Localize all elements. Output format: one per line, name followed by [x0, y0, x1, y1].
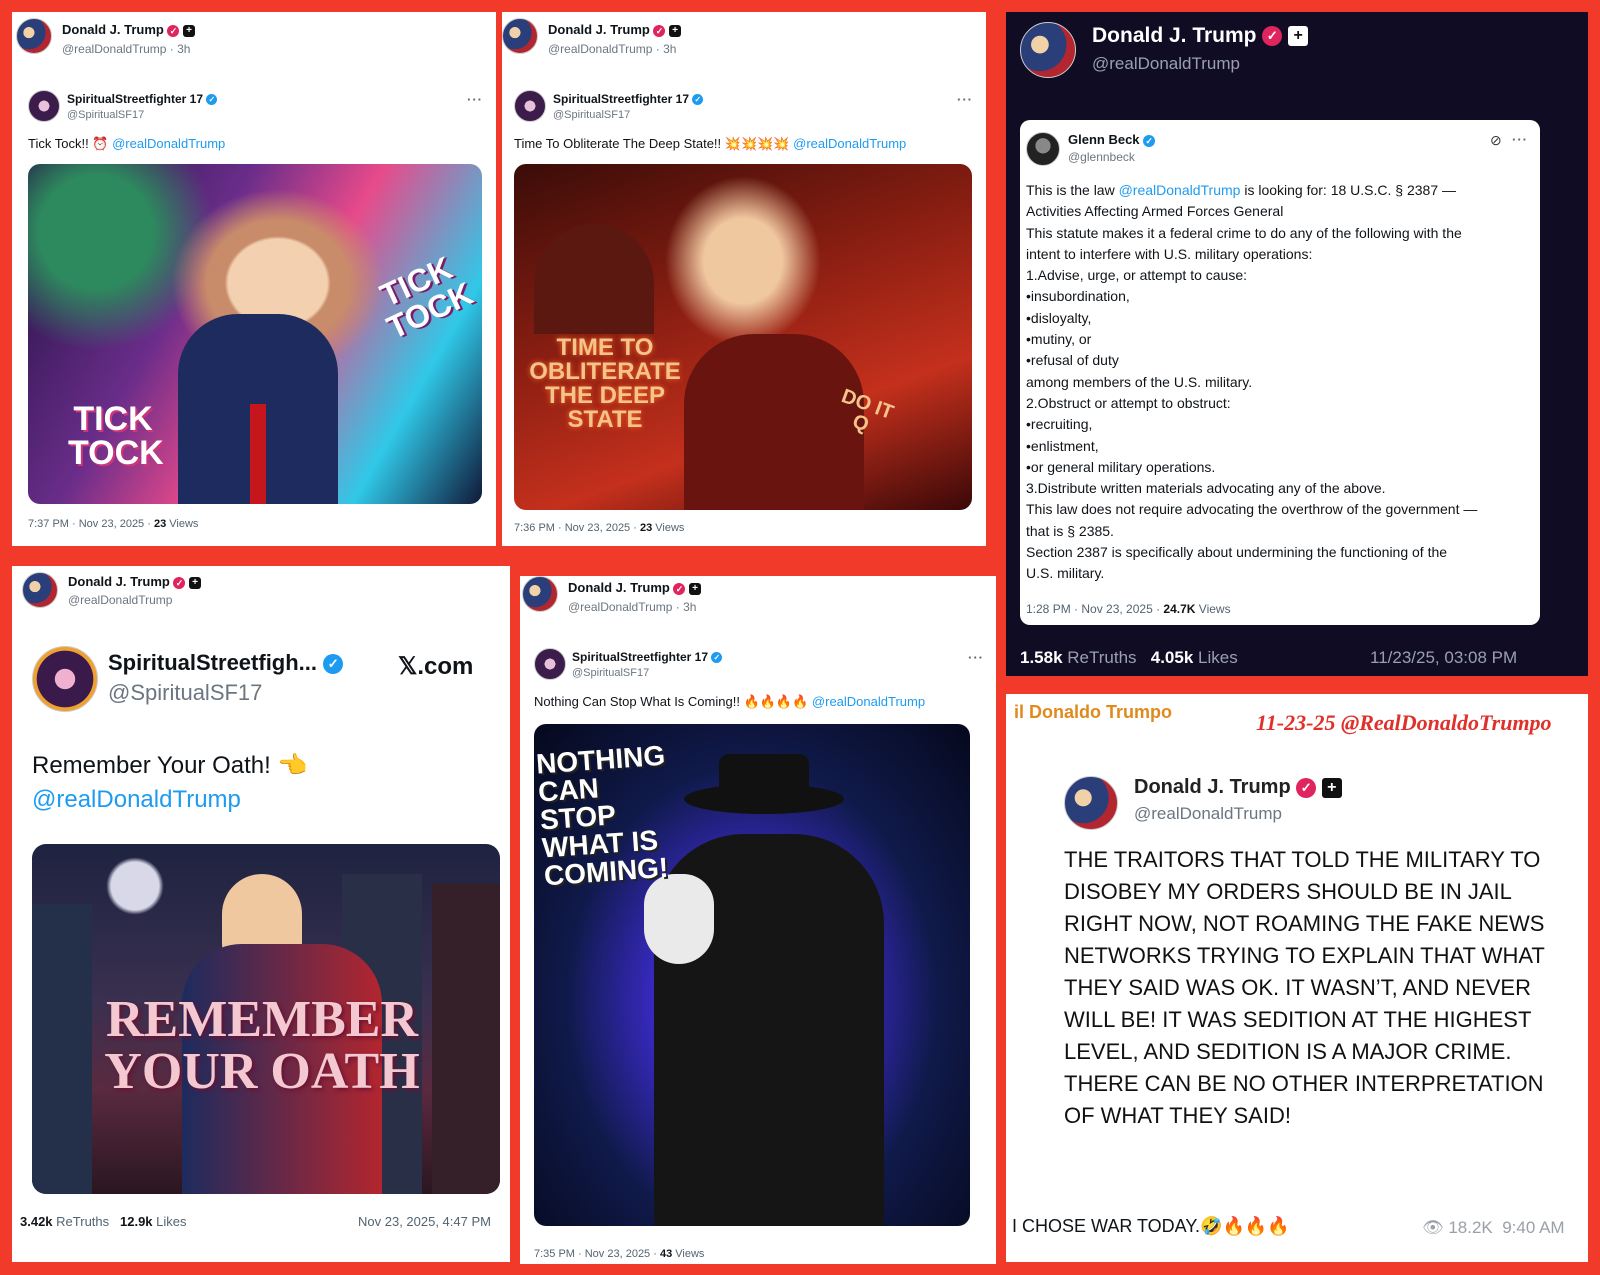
image-text: TICK TOCK [68, 400, 164, 472]
author-name[interactable]: Donald J. Trump ✓ + [1092, 24, 1309, 48]
quoted-avatar[interactable] [514, 90, 546, 122]
author-name[interactable]: Donald J. Trump ✓ + [1134, 776, 1342, 799]
author-name[interactable]: Donald J. Trump ✓ + [68, 574, 202, 589]
mention-link[interactable]: @realDonaldTrump [812, 694, 925, 709]
image-text: NOTHING CAN STOP WHAT IS COMING! [535, 739, 670, 892]
verified-icon: ✓ [1143, 134, 1156, 147]
message-meta: 👁 18.2K 9:40 AM [1422, 1218, 1565, 1237]
verified-icon: ✓ [1262, 26, 1283, 47]
post-panel-nothing-can-stop: Donald J. Trump ✓ + @realDonaldTrump · 3… [520, 576, 996, 1264]
plus-icon: + [1321, 777, 1342, 798]
post-panel-traitors: il Donaldo Trumpo 11-23-25 @RealDonaldoT… [1006, 694, 1588, 1262]
more-options-icon[interactable]: ··· [968, 650, 984, 665]
quoted-name[interactable]: SpiritualStreetfighter 17 ✓ [572, 650, 723, 664]
author-avatar[interactable] [16, 18, 52, 54]
quoted-handle: @SpiritualSF17 [67, 109, 145, 121]
post-timestamp: 7:37 PM · Nov 23, 2025 · 23 Views [28, 518, 199, 530]
author-name[interactable]: Donald J. Trump ✓ + [568, 580, 702, 595]
eye-icon: 👁 [1422, 1218, 1444, 1237]
plus-icon: + [689, 582, 702, 595]
plus-icon: + [183, 24, 196, 37]
post-text: Nothing Can Stop What Is Coming!! 🔥🔥🔥🔥 @… [534, 694, 926, 709]
post-image[interactable]: REMEMBER YOUR OATH [32, 844, 500, 1194]
date-stamp: 11-23-25 @RealDonaldoTrumpo [1256, 710, 1552, 735]
post-image[interactable]: NOTHING CAN STOP WHAT IS COMING! [534, 724, 970, 1226]
quoted-text: This is the law @realDonaldTrump is look… [1026, 182, 1478, 582]
quoted-name[interactable]: Glenn Beck ✓ [1068, 132, 1156, 147]
post-timestamp: 1:28 PM · Nov 23, 2025 · 24.7K Views [1026, 602, 1231, 616]
message-caption: I CHOSE WAR TODAY.🤣🔥🔥🔥 [1012, 1216, 1290, 1236]
mention-link[interactable]: @realDonaldTrump [112, 136, 225, 151]
verified-icon: ✓ [673, 582, 686, 595]
image-text: TICK TOCK [374, 249, 479, 346]
author-handle: @realDonaldTrump [68, 593, 173, 607]
post-panel-remember-oath: Donald J. Trump ✓ + @realDonaldTrump Spi… [12, 566, 510, 1262]
author-name[interactable]: Donald J. Trump ✓ + [548, 22, 682, 37]
author-handle: @realDonaldTrump · 3h [548, 42, 677, 56]
post-text: Remember Your Oath! 👈 [32, 752, 308, 779]
x-logo[interactable]: 𝕏.com [398, 652, 473, 681]
author-avatar[interactable] [502, 18, 538, 54]
quoted-handle: @SpiritualSF17 [108, 680, 263, 705]
image-text: REMEMBER YOUR OATH [104, 991, 420, 1100]
author-avatar[interactable] [22, 572, 58, 608]
quoted-avatar[interactable] [28, 90, 60, 122]
post-timestamp: 7:36 PM · Nov 23, 2025 · 23 Views [514, 522, 685, 534]
author-handle: @realDonaldTrump · 3h [568, 600, 697, 614]
author-avatar[interactable] [1064, 776, 1118, 830]
quoted-handle: @glennbeck [1068, 150, 1135, 164]
more-options-icon[interactable]: ··· [1512, 132, 1528, 147]
channel-name[interactable]: il Donaldo Trumpo [1014, 702, 1172, 723]
more-options-icon[interactable]: ··· [957, 92, 973, 107]
post-text: Time To Obliterate The Deep State!! 💥💥💥💥… [514, 136, 907, 151]
verified-icon: ✓ [167, 24, 180, 37]
quoted-avatar[interactable] [534, 648, 566, 680]
quoted-name[interactable]: SpiritualStreetfighter 17 ✓ [67, 92, 218, 106]
quoted-avatar[interactable] [32, 646, 98, 712]
mention-link[interactable]: @realDonaldTrump [793, 136, 906, 151]
verified-icon: ✓ [173, 576, 186, 589]
post-image[interactable]: TICK TOCK TICK TOCK [28, 164, 482, 504]
quoted-card[interactable]: Glenn Beck ✓ @glennbeck ⊘ ··· This is th… [1020, 120, 1540, 625]
verified-icon: ✓ [1296, 777, 1317, 798]
author-name[interactable]: Donald J. Trump ✓ + [62, 22, 196, 37]
author-handle: @realDonaldTrump [1134, 804, 1282, 823]
verified-icon: ✓ [653, 24, 666, 37]
engagement-stats: 1.58k ReTruths 4.05k Likes [1020, 648, 1238, 667]
post-image[interactable]: TIME TO OBLITERATE THE DEEP STATE DO IT … [514, 164, 972, 510]
grok-icon[interactable]: ⊘ [1490, 132, 1502, 149]
author-handle: @realDonaldTrump [1092, 54, 1240, 73]
post-panel-deep-state: Donald J. Trump ✓ + @realDonaldTrump · 3… [502, 12, 986, 546]
quoted-avatar[interactable] [1026, 132, 1060, 166]
quoted-name[interactable]: SpiritualStreetfighter 17 ✓ [553, 92, 704, 106]
quoted-name[interactable]: SpiritualStreetfigh... ✓ [108, 650, 344, 676]
post-text: Tick Tock!! ⏰ @realDonaldTrump [28, 136, 226, 151]
author-handle: @realDonaldTrump · 3h [62, 42, 191, 56]
plus-icon: + [1288, 26, 1309, 47]
post-panel-tick-tock: Donald J. Trump ✓ + @realDonaldTrump · 3… [12, 12, 496, 546]
more-options-icon[interactable]: ··· [467, 92, 483, 107]
verified-icon: ✓ [323, 654, 344, 675]
image-text: TIME TO OBLITERATE THE DEEP STATE [529, 334, 681, 433]
verified-icon: ✓ [206, 94, 218, 106]
engagement-stats: 3.42k ReTruths 12.9k Likes [20, 1214, 187, 1229]
post-body: THE TRAITORS THAT TOLD THE MILITARY TO D… [1064, 847, 1545, 1128]
post-date: Nov 23, 2025, 4:47 PM [358, 1214, 491, 1229]
plus-icon: + [189, 576, 202, 589]
author-avatar[interactable] [1020, 22, 1076, 78]
quoted-handle: @SpiritualSF17 [553, 109, 631, 121]
post-date: 11/23/25, 03:08 PM [1370, 648, 1518, 667]
quoted-handle: @SpiritualSF17 [572, 667, 650, 679]
mention-link[interactable]: @realDonaldTrump [1119, 182, 1241, 198]
verified-icon: ✓ [692, 94, 704, 106]
post-panel-glenn-beck: Donald J. Trump ✓ + @realDonaldTrump Gle… [1006, 12, 1588, 676]
author-avatar[interactable] [522, 576, 558, 612]
verified-icon: ✓ [711, 652, 723, 664]
mention-link[interactable]: @realDonaldTrump [32, 786, 241, 814]
post-timestamp: 7:35 PM · Nov 23, 2025 · 43 Views [534, 1248, 705, 1260]
plus-icon: + [669, 24, 682, 37]
